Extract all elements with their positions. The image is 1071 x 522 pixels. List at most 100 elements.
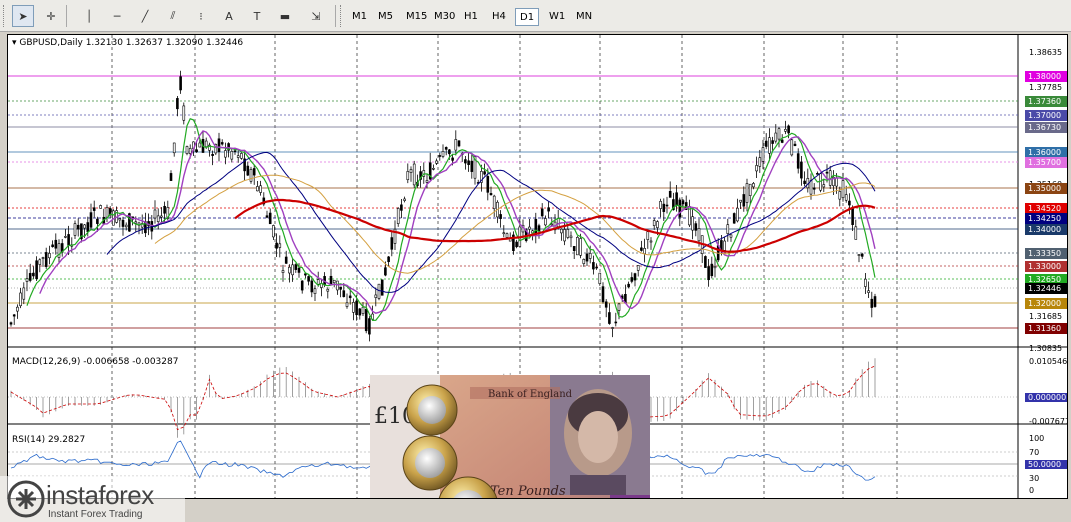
candle-body [774, 132, 778, 142]
candle-body [691, 216, 694, 231]
candle-body [595, 266, 598, 269]
candle-body [329, 275, 333, 285]
horizontal-line-tool-icon: ─ [113, 9, 121, 23]
candle-body [659, 201, 662, 209]
price-level-tag: 1.34000 [1025, 224, 1067, 235]
chart-window[interactable]: ▾ GBPUSD,Daily 1.32130 1.32637 1.32090 1… [7, 34, 1068, 499]
candle-body [92, 207, 96, 211]
candle-body [236, 155, 240, 158]
instaforex-watermark: instaforex Instant Forex Trading [0, 476, 185, 522]
candle-body [83, 224, 86, 229]
candle-body [230, 151, 234, 160]
candle-body [758, 157, 762, 167]
candle-body [176, 98, 179, 110]
fibonacci-tool[interactable]: ⁝ [190, 5, 212, 27]
candle-body [169, 173, 173, 181]
toolbar-grip[interactable] [3, 5, 7, 27]
candle-body [99, 205, 102, 209]
crosshair-tool[interactable]: ✛ [40, 5, 62, 27]
candle-body [860, 253, 864, 257]
toolbar-grip[interactable] [340, 5, 344, 27]
timeframe-h1-button[interactable]: H1 [460, 8, 482, 26]
banknote-photo-image: Bank of England £10 Ten Pounds [370, 375, 650, 499]
candle-body [284, 256, 288, 264]
price-level-tag: 1.35700 [1025, 157, 1067, 168]
candle-body [848, 200, 851, 206]
candle-body [752, 183, 755, 188]
cursor-tool[interactable]: ➤ [12, 5, 34, 27]
candle-body [211, 153, 214, 156]
text-tool-icon: A [225, 9, 233, 23]
timeframe-m1-button[interactable]: M1 [348, 8, 371, 26]
candle-body [736, 207, 739, 222]
timeframe-d1-button[interactable]: D1 [515, 8, 540, 26]
instaforex-tagline: Instant Forex Trading [48, 509, 143, 520]
candle-body [540, 208, 544, 217]
candle-body [627, 283, 630, 288]
candle-body [307, 276, 310, 282]
candle-body [364, 309, 368, 332]
arrows-tool[interactable]: ⇲ [305, 5, 327, 27]
rsi-axis-tick: 0 [1029, 486, 1035, 495]
candle-body [252, 168, 256, 176]
price-level-tag: 1.32446 [1025, 283, 1067, 294]
vertical-line-tool[interactable]: │ [78, 5, 100, 27]
candle-body [304, 273, 307, 276]
candle-body [358, 308, 362, 316]
candle-body [275, 242, 278, 249]
text-tool[interactable]: A [218, 5, 240, 27]
candle-body [38, 259, 42, 265]
candle-body [745, 183, 749, 203]
candle-body [601, 286, 605, 303]
ma-line-green [26, 118, 876, 322]
timeframe-m5-button[interactable]: M5 [374, 8, 397, 26]
candle-body [777, 128, 781, 140]
photo-ten-pounds-text: Ten Pounds [490, 484, 566, 499]
candle-body [19, 292, 22, 307]
candle-body [256, 186, 259, 192]
timeframe-m15-button[interactable]: M15 [402, 8, 431, 26]
timeframe-m30-button[interactable]: M30 [430, 8, 459, 26]
candle-body [73, 223, 77, 236]
vertical-line-tool-icon: │ [85, 9, 93, 23]
candle-body [25, 278, 29, 282]
timeframe-h4-button[interactable]: H4 [488, 8, 510, 26]
trendline-tool[interactable]: ╱ [134, 5, 156, 27]
candle-body [156, 215, 160, 222]
candle-body [675, 192, 678, 206]
candle-body [51, 244, 54, 248]
candle-body [403, 198, 406, 201]
candle-body [636, 265, 640, 271]
candle-body [118, 218, 122, 221]
symbol-ohlc: GBPUSD,Daily 1.32130 1.32637 1.32090 1.3… [19, 38, 244, 48]
candle-body [630, 277, 634, 282]
candle-body [217, 138, 221, 153]
candle-body [448, 149, 451, 155]
candle-body [345, 302, 349, 307]
price-level-tag: 1.31360 [1025, 323, 1067, 334]
rsi-axis-tick: 70 [1029, 448, 1040, 457]
candle-body [368, 318, 371, 335]
candle-body [464, 159, 467, 164]
candle-body [300, 280, 304, 291]
timeframe-mn-button[interactable]: MN [572, 8, 596, 26]
candle-body [614, 321, 618, 324]
rectangle-tool[interactable]: ▬ [274, 5, 296, 27]
rsi-title: RSI(14) 29.2827 [12, 435, 86, 445]
candle-body [96, 218, 99, 224]
candle-body [633, 273, 637, 281]
cursor-tool-icon: ➤ [18, 9, 28, 23]
candle-body [451, 157, 454, 161]
rectangle-tool-icon: ▬ [279, 9, 291, 23]
horizontal-line-tool[interactable]: ─ [106, 5, 128, 27]
channel-tool[interactable]: ⫽ [162, 5, 184, 27]
price-level-tag: 1.34250 [1025, 213, 1067, 224]
candle-body [854, 226, 858, 240]
candle-body [294, 264, 298, 270]
text-label-tool[interactable]: T [246, 5, 268, 27]
arrows-tool-icon: ⇲ [311, 9, 321, 23]
timeframe-w1-button[interactable]: W1 [545, 8, 569, 26]
symbol-dropdown-icon[interactable]: ▾ [12, 38, 17, 48]
candle-body [163, 205, 166, 214]
rsi-axis-tick: 50.0000 [1025, 460, 1067, 469]
